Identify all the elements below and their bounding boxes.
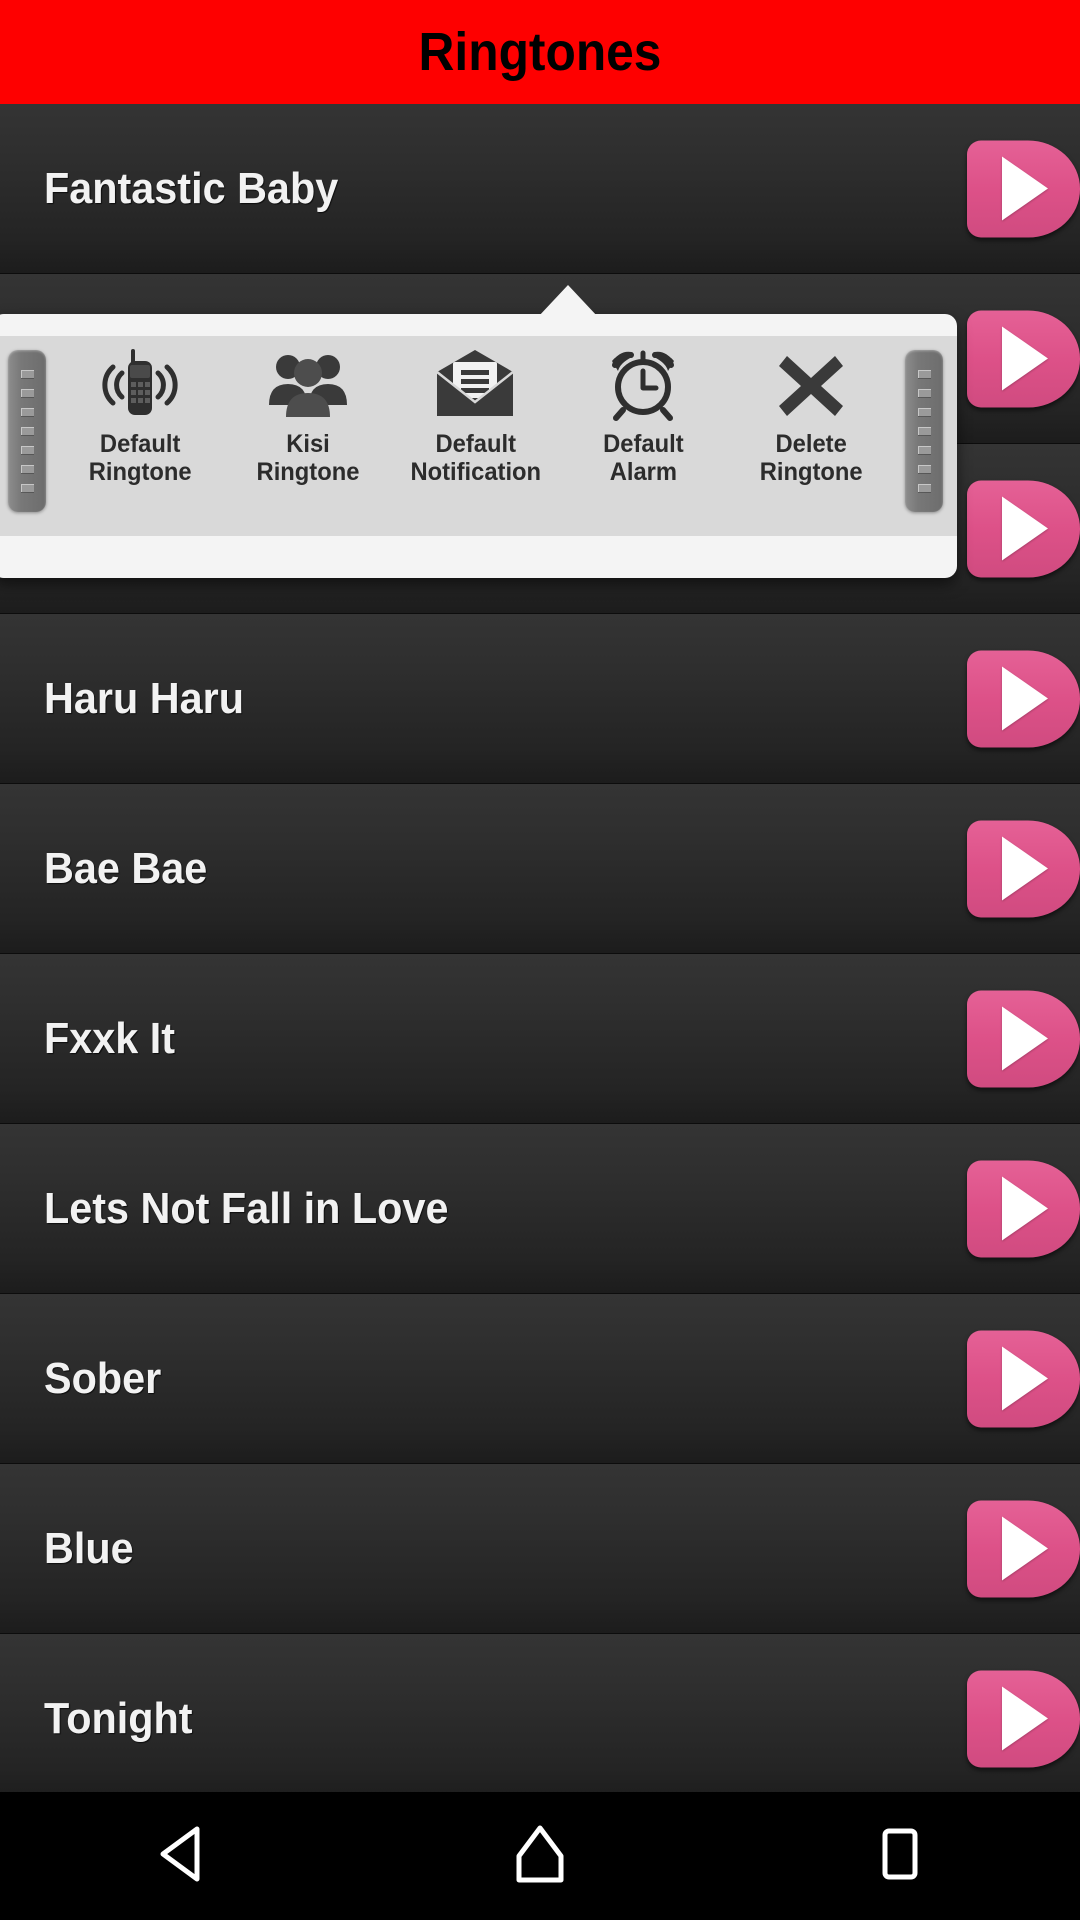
list-item[interactable]: Bae Bae xyxy=(0,784,1080,954)
play-button[interactable] xyxy=(967,480,1080,577)
play-button[interactable] xyxy=(967,140,1080,237)
close-x-icon xyxy=(773,346,849,422)
back-button[interactable] xyxy=(100,1792,260,1920)
list-item[interactable]: Sober xyxy=(0,1294,1080,1464)
play-button[interactable] xyxy=(967,990,1080,1087)
play-icon xyxy=(1001,1516,1048,1581)
menu-item-default-notification[interactable]: Default Notification xyxy=(400,336,550,486)
grip-dash xyxy=(917,446,931,454)
home-button[interactable] xyxy=(460,1792,620,1920)
grip-dash xyxy=(20,446,34,454)
grip-dash xyxy=(917,484,931,492)
grip-dash xyxy=(20,370,34,378)
play-icon xyxy=(1001,1006,1048,1071)
menu-item-label: Default Notification xyxy=(410,430,541,486)
menu-item-label: Default Alarm xyxy=(603,430,684,486)
android-navigation-bar xyxy=(0,1792,1080,1920)
drag-handle-right[interactable] xyxy=(905,350,943,512)
ringtone-title: Tonight xyxy=(44,1693,193,1743)
play-button[interactable] xyxy=(967,650,1080,747)
envelope-icon xyxy=(431,346,519,422)
alarm-clock-icon xyxy=(603,346,683,422)
menu-item-default-alarm[interactable]: Default Alarm xyxy=(568,336,718,486)
grip-dash xyxy=(917,370,931,378)
grip-dash xyxy=(917,408,931,416)
drag-handle-left[interactable] xyxy=(8,350,46,512)
page-title: Ringtones xyxy=(418,22,662,82)
list-item[interactable]: Fantastic Baby xyxy=(0,104,1080,274)
ringtone-title: Blue xyxy=(44,1523,134,1573)
vibrating-phone-icon xyxy=(100,346,180,422)
grip-dash xyxy=(20,427,34,435)
back-icon xyxy=(153,1825,207,1888)
popup-panel: Default Ringtone Kisi Ringtone Default N… xyxy=(0,336,957,536)
ringtone-title: Fantastic Baby xyxy=(44,163,339,213)
app-root: Ringtones Fantastic Baby Haru Haru Bae B… xyxy=(0,0,1080,1920)
ringtone-title: Fxxk It xyxy=(44,1013,176,1063)
ringtone-title: Haru Haru xyxy=(44,673,244,723)
ringtone-title: Sober xyxy=(44,1353,162,1403)
play-icon xyxy=(1001,1686,1048,1751)
popup-frame[interactable]: Default Ringtone Kisi Ringtone Default N… xyxy=(0,314,957,578)
ringtone-title: Lets Not Fall in Love xyxy=(44,1183,449,1233)
ringtone-title: Bae Bae xyxy=(44,843,208,893)
grip-dash xyxy=(917,465,931,473)
menu-item-delete-ringtone[interactable]: Delete Ringtone xyxy=(736,336,886,486)
play-icon xyxy=(1001,496,1048,561)
recents-icon xyxy=(874,1825,926,1888)
play-icon xyxy=(1001,666,1048,731)
app-header: Ringtones xyxy=(0,0,1080,104)
grip-dash xyxy=(917,389,931,397)
menu-item-label: Default Ringtone xyxy=(88,430,192,486)
ringtone-options-popup: Default Ringtone Kisi Ringtone Default N… xyxy=(0,285,957,578)
grip-dash xyxy=(917,427,931,435)
menu-item-label: Delete Ringtone xyxy=(759,430,863,486)
home-icon xyxy=(511,1824,569,1889)
play-button[interactable] xyxy=(967,1330,1080,1427)
list-item[interactable]: Haru Haru xyxy=(0,614,1080,784)
grip-dash xyxy=(20,408,34,416)
grip-dash xyxy=(20,389,34,397)
list-item[interactable]: Blue xyxy=(0,1464,1080,1634)
play-icon xyxy=(1001,156,1048,221)
play-button[interactable] xyxy=(967,1160,1080,1257)
list-item[interactable]: Fxxk It xyxy=(0,954,1080,1124)
play-icon xyxy=(1001,1346,1048,1411)
recents-button[interactable] xyxy=(820,1792,980,1920)
play-icon xyxy=(1001,1176,1048,1241)
menu-item-label: Kisi Ringtone xyxy=(256,430,360,486)
menu-item-default-ringtone[interactable]: Default Ringtone xyxy=(65,336,215,486)
play-button[interactable] xyxy=(967,820,1080,917)
menu-item-kisi-ringtone[interactable]: Kisi Ringtone xyxy=(233,336,383,486)
list-item[interactable]: Lets Not Fall in Love xyxy=(0,1124,1080,1294)
grip-dash xyxy=(20,484,34,492)
contacts-group-icon xyxy=(266,346,350,422)
popup-menu-items: Default Ringtone Kisi Ringtone Default N… xyxy=(46,336,905,486)
play-button[interactable] xyxy=(967,1670,1080,1767)
play-icon xyxy=(1001,326,1048,391)
play-button[interactable] xyxy=(967,1500,1080,1597)
list-item[interactable]: Tonight xyxy=(0,1634,1080,1804)
play-icon xyxy=(1001,836,1048,901)
play-button[interactable] xyxy=(967,310,1080,407)
grip-dash xyxy=(20,465,34,473)
